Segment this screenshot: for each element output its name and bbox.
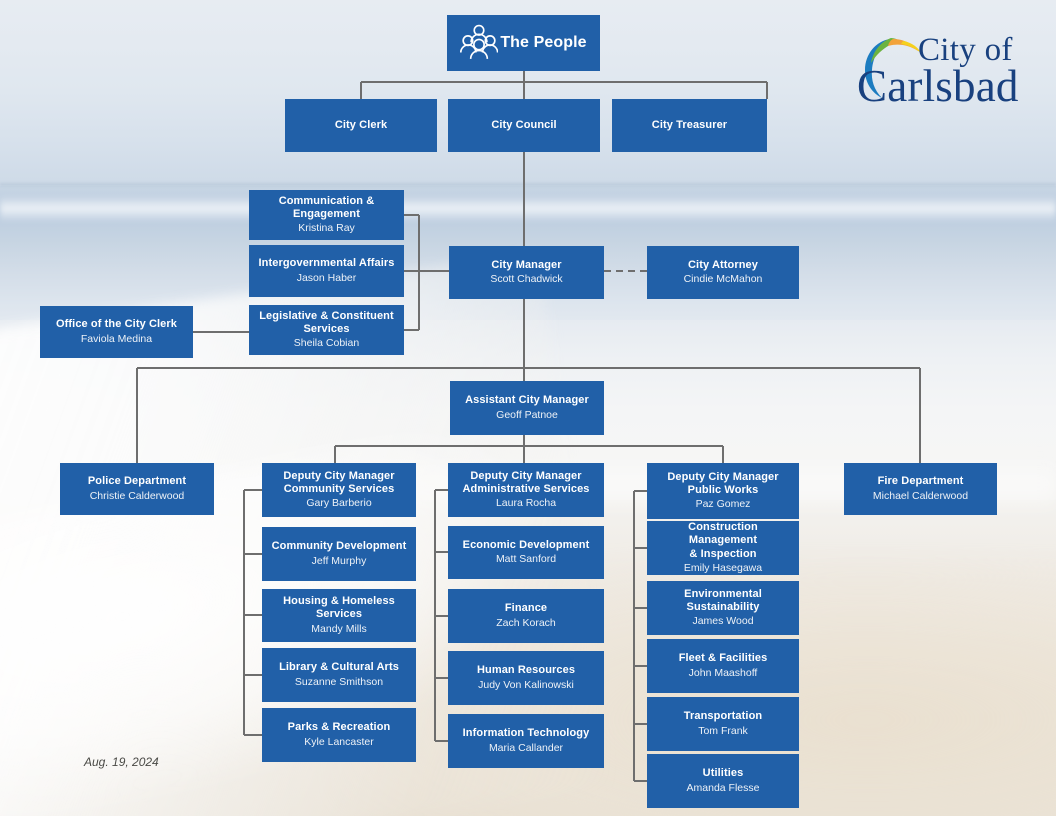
node-title: Parks & Recreation	[287, 721, 391, 734]
node-community-development[interactable]: Community Development Jeff Murphy	[262, 527, 416, 581]
node-transportation[interactable]: Transportation Tom Frank	[647, 697, 799, 751]
node-title: Construction Management & Inspection	[688, 520, 758, 560]
node-assistant-city-manager[interactable]: Assistant City Manager Geoff Patnoe	[450, 381, 604, 435]
node-office-of-the-city-clerk[interactable]: Office of the City Clerk Faviola Medina	[40, 306, 193, 358]
node-construction-management-inspection[interactable]: Construction Management & Inspection Emil…	[647, 521, 799, 575]
node-person: Suzanne Smithson	[294, 675, 384, 688]
node-person: James Wood	[692, 615, 754, 628]
node-finance[interactable]: Finance Zach Korach	[448, 589, 604, 643]
node-fleet-facilities[interactable]: Fleet & Facilities John Maashoff	[647, 639, 799, 693]
node-city-treasurer[interactable]: City Treasurer	[612, 99, 767, 152]
node-title: Economic Development	[462, 538, 590, 551]
node-title: Information Technology	[462, 727, 590, 740]
node-person: Cindie McMahon	[683, 273, 763, 286]
node-title: City Clerk	[334, 118, 388, 131]
date-stamp: Aug. 19, 2024	[84, 755, 159, 769]
node-fire-department[interactable]: Fire Department Michael Calderwood	[844, 463, 997, 515]
node-person: Michael Calderwood	[872, 489, 969, 502]
node-person: Amanda Flesse	[686, 781, 760, 794]
node-title: Utilities	[702, 767, 744, 780]
node-person: Kyle Lancaster	[304, 735, 374, 748]
node-person: Matt Sanford	[495, 553, 557, 566]
node-person: Paz Gomez	[695, 498, 751, 511]
node-title: Deputy City Manager Administrative Servic…	[462, 469, 590, 495]
node-person: Laura Rocha	[495, 497, 557, 510]
node-title: Intergovernmental Affairs	[258, 257, 395, 270]
node-title: City Treasurer	[651, 118, 728, 131]
node-title: Police Department	[87, 475, 187, 488]
node-title: The People	[500, 34, 587, 52]
node-person: Mandy Mills	[311, 622, 367, 635]
node-person: Sheila Cobian	[293, 337, 360, 350]
node-title: Deputy City Manager Community Services	[283, 469, 395, 495]
node-deputy-city-manager-community-services[interactable]: Deputy City Manager Community Services Ga…	[262, 463, 416, 517]
node-utilities[interactable]: Utilities Amanda Flesse	[647, 754, 799, 808]
node-title: Environmental Sustainability	[684, 587, 762, 613]
node-title: Finance	[504, 602, 548, 615]
people-group-icon	[460, 23, 499, 63]
node-communication-engagement[interactable]: Communication & Engagement Kristina Ray	[249, 190, 404, 240]
node-city-clerk[interactable]: City Clerk	[285, 99, 437, 152]
node-library-cultural-arts[interactable]: Library & Cultural Arts Suzanne Smithson	[262, 648, 416, 702]
node-person: Tom Frank	[698, 724, 748, 737]
node-title: Housing & Homeless Services	[283, 595, 395, 621]
node-person: Emily Hasegawa	[683, 562, 763, 575]
node-title: Fire Department	[877, 475, 964, 488]
node-city-attorney[interactable]: City Attorney Cindie McMahon	[647, 246, 799, 299]
node-legislative-constituent-services[interactable]: Legislative & Constituent Services Sheil…	[249, 305, 404, 355]
node-title: Assistant City Manager	[465, 394, 589, 407]
node-parks-recreation[interactable]: Parks & Recreation Kyle Lancaster	[262, 708, 416, 762]
node-title: Transportation	[683, 710, 763, 723]
node-person: Gary Barberio	[306, 497, 372, 510]
node-the-people[interactable]: The People	[447, 15, 600, 71]
node-title: Human Resources	[476, 664, 576, 677]
node-person: Geoff Patnoe	[496, 408, 558, 421]
node-title: Fleet & Facilities	[678, 652, 768, 665]
node-person: John Maashoff	[688, 666, 758, 679]
node-title: Legislative & Constituent Services	[259, 309, 394, 335]
node-title: City Manager	[491, 258, 562, 271]
node-deputy-city-manager-administrative-services[interactable]: Deputy City Manager Administrative Servic…	[448, 463, 604, 517]
node-city-manager[interactable]: City Manager Scott Chadwick	[449, 246, 604, 299]
node-person: Faviola Medina	[80, 332, 153, 345]
node-title: Community Development	[271, 540, 407, 553]
node-intergovernmental-affairs[interactable]: Intergovernmental Affairs Jason Haber	[249, 245, 404, 297]
node-deputy-city-manager-public-works[interactable]: Deputy City Manager Public Works Paz Gome…	[647, 463, 799, 519]
node-person: Maria Callander	[488, 741, 564, 754]
node-person: Kristina Ray	[298, 222, 355, 235]
logo-line-2: Carlsbad	[857, 61, 1019, 111]
node-person: Zach Korach	[496, 616, 556, 629]
node-title: Communication & Engagement	[278, 194, 375, 220]
city-of-carlsbad-logo: City of Carlsbad	[856, 24, 1042, 111]
node-person: Jason Haber	[296, 271, 357, 284]
node-city-council[interactable]: City Council	[448, 99, 600, 152]
node-title: Deputy City Manager Public Works	[667, 470, 779, 496]
org-chart-canvas: The People City Clerk City Council City …	[0, 0, 1056, 816]
node-police-department[interactable]: Police Department Christie Calderwood	[60, 463, 214, 515]
node-person: Christie Calderwood	[89, 489, 185, 502]
node-title: City Council	[491, 118, 557, 131]
node-title: Office of the City Clerk	[56, 318, 177, 331]
node-housing-homeless-services[interactable]: Housing & Homeless Services Mandy Mills	[262, 589, 416, 642]
node-environmental-sustainability[interactable]: Environmental Sustainability James Wood	[647, 581, 799, 635]
node-human-resources[interactable]: Human Resources Judy Von Kalinowski	[448, 651, 604, 705]
node-information-technology[interactable]: Information Technology Maria Callander	[448, 714, 604, 768]
node-person: Judy Von Kalinowski	[478, 678, 574, 691]
node-economic-development[interactable]: Economic Development Matt Sanford	[448, 526, 604, 579]
node-title: Library & Cultural Arts	[279, 661, 399, 674]
node-title: City Attorney	[688, 258, 758, 271]
node-person: Scott Chadwick	[490, 273, 563, 286]
node-person: Jeff Murphy	[311, 554, 367, 567]
